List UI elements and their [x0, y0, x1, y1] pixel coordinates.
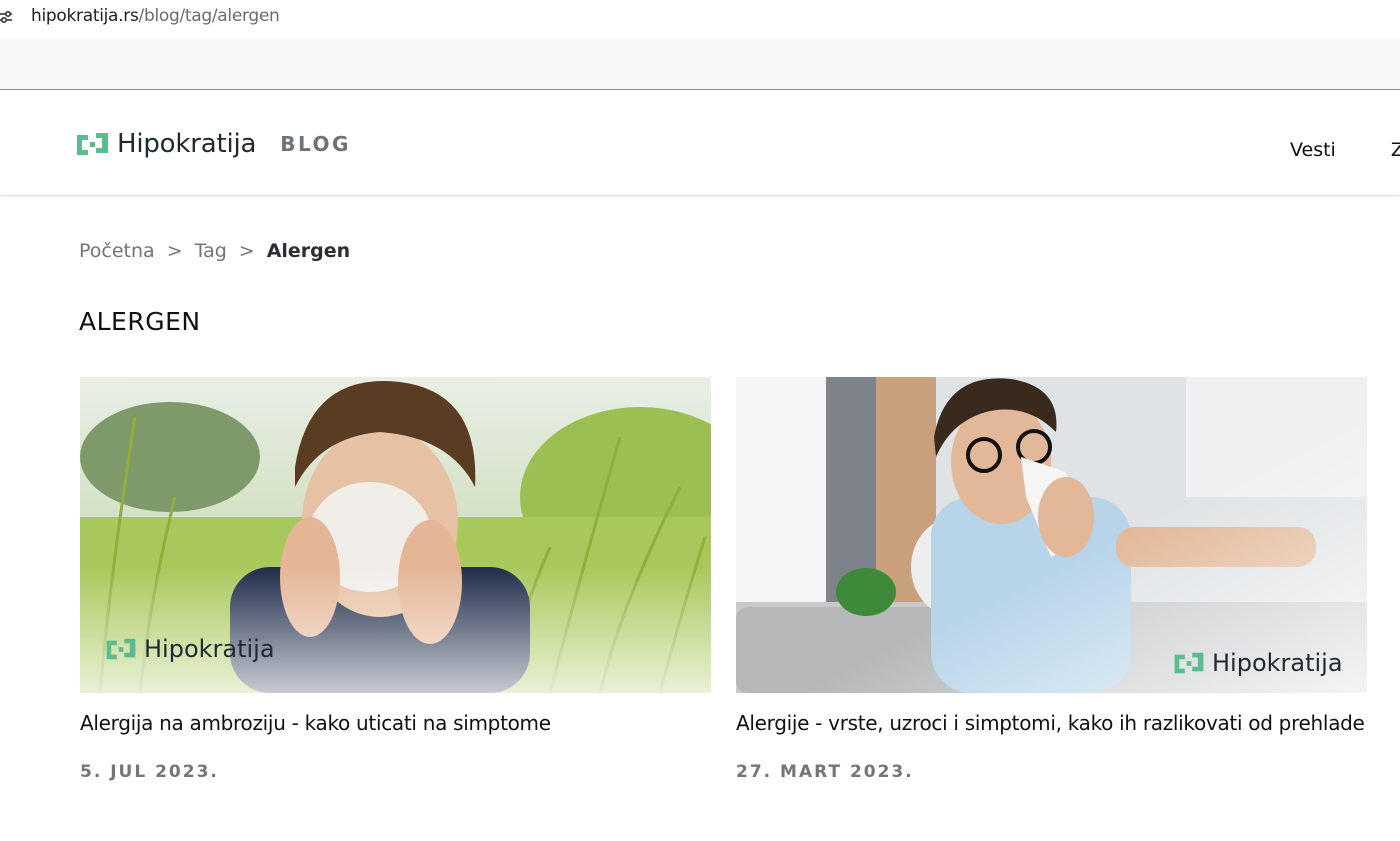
url-path: /blog/tag/alergen — [138, 6, 280, 26]
breadcrumb-tag[interactable]: Tag — [195, 240, 227, 262]
blog-label: BLOG — [280, 132, 351, 156]
site-header: Hipokratija BLOG Vesti Za — [0, 91, 1400, 196]
article-thumbnail[interactable]: Hipokratija — [736, 377, 1367, 693]
main-nav: Vesti Za — [1290, 139, 1400, 161]
breadcrumb-current: Alergen — [266, 240, 351, 262]
tune-icon[interactable] — [0, 9, 14, 25]
url-text[interactable]: hipokratija.rs/blog/tag/alergen — [31, 6, 280, 26]
hipokratija-logo-icon — [77, 133, 108, 155]
breadcrumb-separator: > — [166, 240, 183, 262]
breadcrumb: Početna > Tag > Alergen — [79, 240, 350, 262]
brand-logo-link[interactable]: Hipokratija BLOG — [77, 129, 351, 159]
brand-name: Hipokratija — [117, 129, 257, 159]
breadcrumb-home[interactable]: Početna — [79, 240, 155, 262]
page-title: ALERGEN — [79, 307, 201, 336]
nav-item-za[interactable]: Za — [1391, 139, 1400, 161]
bookmarks-bar — [0, 38, 1400, 90]
article-date: 5. JUL 2023. — [80, 762, 219, 782]
nav-item-vesti[interactable]: Vesti — [1290, 139, 1336, 161]
article-image — [736, 377, 1367, 693]
hipokratija-logo-icon — [1174, 652, 1204, 674]
breadcrumb-separator: > — [238, 240, 255, 262]
watermark-logo: Hipokratija — [106, 635, 275, 663]
hipokratija-logo-icon — [106, 638, 136, 660]
article-title[interactable]: Alergija na ambroziju - kako uticati na … — [80, 709, 711, 738]
article-title[interactable]: Alergije - vrste, uzroci i simptomi, kak… — [736, 709, 1367, 738]
article-card[interactable]: Hipokratija Alergije - vrste, uzroci i s… — [736, 377, 1367, 782]
browser-address-bar[interactable]: hipokratija.rs/blog/tag/alergen — [0, 0, 1400, 36]
article-card[interactable]: Hipokratija Alergija na ambroziju - kako… — [80, 377, 711, 782]
watermark-text: Hipokratija — [144, 635, 275, 663]
article-date: 27. MART 2023. — [736, 762, 914, 782]
watermark-logo: Hipokratija — [1174, 649, 1343, 677]
article-thumbnail[interactable]: Hipokratija — [80, 377, 711, 693]
url-host: hipokratija.rs — [31, 6, 139, 26]
watermark-text: Hipokratija — [1212, 649, 1343, 677]
